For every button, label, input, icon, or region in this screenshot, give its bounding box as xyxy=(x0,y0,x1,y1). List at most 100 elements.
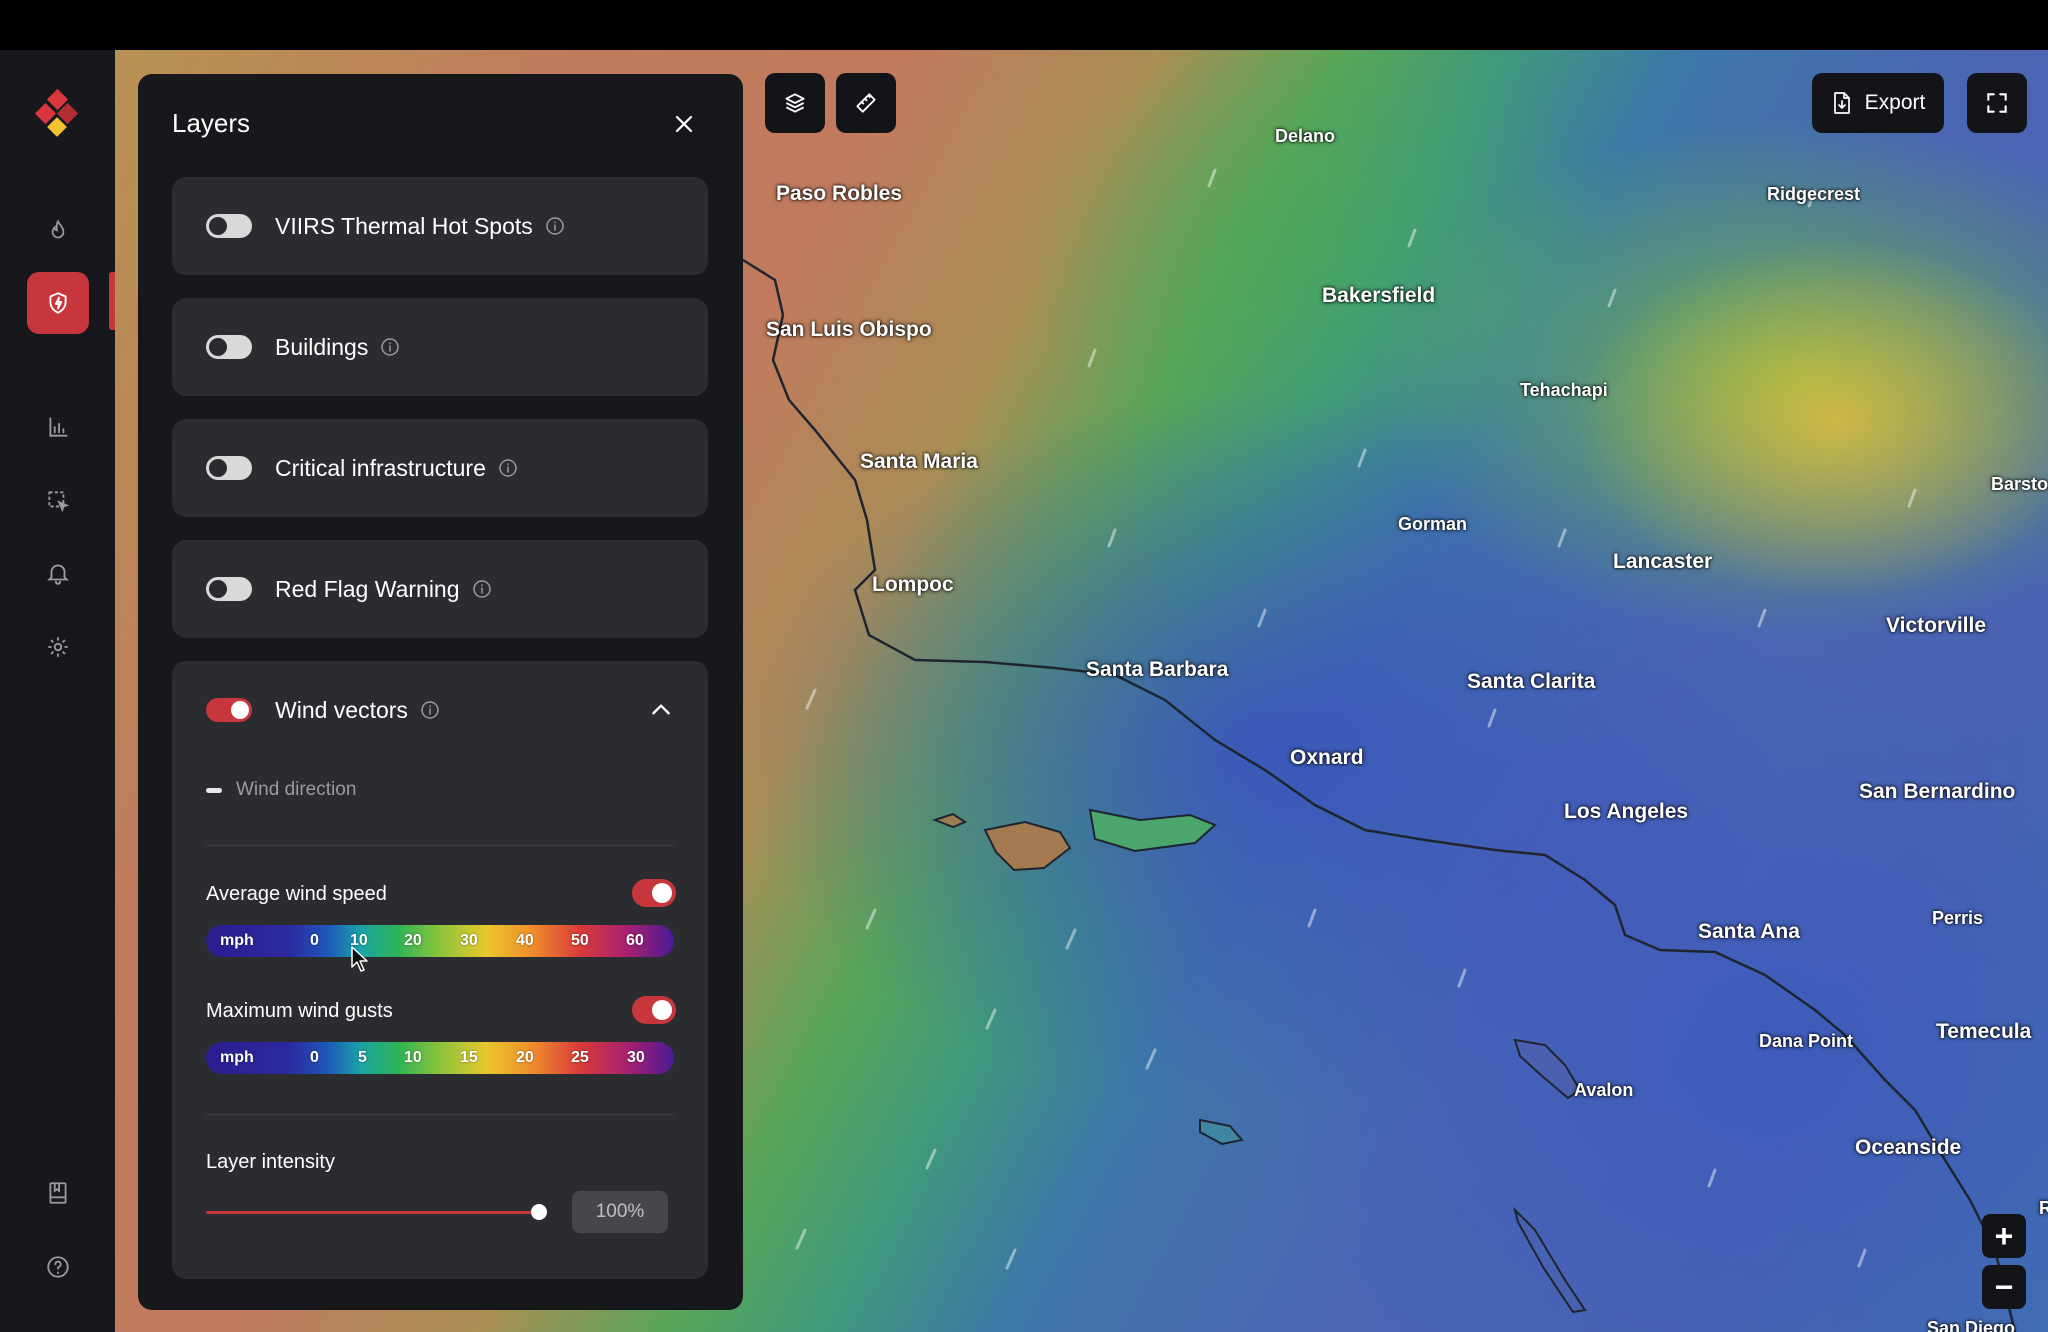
avg-wind-speed-toggle[interactable] xyxy=(632,879,676,907)
city-label: R xyxy=(2039,1198,2048,1218)
info-icon[interactable] xyxy=(472,579,492,599)
flame-icon xyxy=(51,219,65,239)
rail-alerts-button[interactable] xyxy=(27,542,89,604)
layer-label: VIIRS Thermal Hot Spots xyxy=(275,212,533,239)
avg-wind-speed-label: Average wind speed xyxy=(206,883,387,905)
intensity-slider-track[interactable] xyxy=(206,1211,536,1214)
avg-wind-speed-scale: mph 0 10 20 30 40 50 60 xyxy=(206,925,674,957)
layer-card-wind-vectors: Wind vectors Wind direction Average wind… xyxy=(172,661,708,1279)
city-label: Lancaster xyxy=(1613,550,1713,573)
scale-tick: 15 xyxy=(460,1049,478,1066)
city-label: Barsto xyxy=(1991,474,2048,494)
divider xyxy=(206,1114,674,1115)
intensity-slider-thumb[interactable] xyxy=(531,1204,547,1220)
max-wind-gusts-scale: mph 0 5 10 15 20 25 30 xyxy=(206,1042,674,1074)
layers-icon xyxy=(785,93,805,113)
book-icon xyxy=(49,1182,67,1204)
bar-chart-icon xyxy=(49,417,68,437)
fullscreen-icon xyxy=(1987,93,2007,113)
rail-fire-button[interactable] xyxy=(27,200,89,262)
divider xyxy=(206,845,674,846)
city-label: San Diego xyxy=(1927,1318,2016,1332)
city-label: Lompoc xyxy=(872,573,954,596)
zoom-in-button[interactable]: + xyxy=(1982,1214,2026,1258)
city-label: Santa Ana xyxy=(1698,920,1800,943)
rail-settings-button[interactable] xyxy=(27,616,89,678)
scale-tick: 20 xyxy=(404,932,422,949)
gear-icon xyxy=(48,637,68,657)
layer-toggle[interactable] xyxy=(206,335,252,359)
info-icon[interactable] xyxy=(380,337,400,357)
ruler-icon xyxy=(856,93,876,113)
layer-card-viirs: VIIRS Thermal Hot Spots xyxy=(172,177,708,275)
info-icon[interactable] xyxy=(545,216,565,236)
info-icon[interactable] xyxy=(498,458,518,478)
scale-tick: 40 xyxy=(516,932,534,949)
city-label: Tehachapi xyxy=(1520,380,1608,400)
close-panel-button[interactable] xyxy=(668,108,700,140)
city-label: Oxnard xyxy=(1290,746,1364,769)
info-icon[interactable] xyxy=(420,700,440,720)
help-icon xyxy=(47,1256,69,1278)
layer-toggle[interactable] xyxy=(206,577,252,601)
close-icon xyxy=(675,115,693,133)
scale-tick: 60 xyxy=(626,932,644,949)
intensity-value-input[interactable]: 100% xyxy=(572,1191,668,1233)
layer-card-red-flag-warning: Red Flag Warning xyxy=(172,540,708,638)
export-button[interactable]: Export xyxy=(1812,73,1944,133)
city-label: Temecula xyxy=(1936,1020,2032,1043)
city-label: San Luis Obispo xyxy=(766,318,932,341)
city-label: Avalon xyxy=(1574,1080,1634,1100)
layers-toggle-button[interactable] xyxy=(765,73,825,133)
wind-vectors-toggle[interactable] xyxy=(206,698,252,722)
layer-label: Red Flag Warning xyxy=(275,575,460,602)
file-download-icon xyxy=(1833,92,1850,114)
layer-toggle[interactable] xyxy=(206,214,252,238)
city-label: Santa Barbara xyxy=(1086,658,1229,681)
city-label: Delano xyxy=(1275,126,1336,146)
app-logo[interactable] xyxy=(30,88,86,144)
zoom-out-button[interactable]: − xyxy=(1982,1265,2026,1309)
scale-tick: 10 xyxy=(404,1049,422,1066)
layer-toggle[interactable] xyxy=(206,456,252,480)
city-label: Perris xyxy=(1932,908,1984,928)
scale-tick: 50 xyxy=(571,932,589,949)
scale-unit: mph xyxy=(220,932,254,949)
wind-direction-legend: Wind direction xyxy=(206,779,356,801)
rail-select-area-button[interactable] xyxy=(27,470,89,532)
layer-label: Buildings xyxy=(275,333,369,360)
top-bar xyxy=(0,0,2048,50)
city-label: Santa Clarita xyxy=(1467,670,1596,693)
layer-card-buildings: Buildings xyxy=(172,298,708,396)
rail-help-button[interactable] xyxy=(27,1236,89,1298)
export-label: Export xyxy=(1864,91,1926,114)
measure-button[interactable] xyxy=(836,73,896,133)
layer-card-critical-infrastructure: Critical infrastructure xyxy=(172,419,708,517)
city-label: Oceanside xyxy=(1855,1136,1962,1159)
chevron-up-icon[interactable] xyxy=(648,697,674,723)
city-label: Ridgecrest xyxy=(1767,184,1861,204)
scale-tick: 30 xyxy=(460,932,478,949)
city-label: Gorman xyxy=(1398,514,1468,534)
max-wind-gusts-toggle[interactable] xyxy=(632,996,676,1024)
city-label: Bakersfield xyxy=(1322,284,1436,307)
wind-direction-swatch xyxy=(206,787,222,793)
bell-icon xyxy=(47,564,69,585)
rail-risk-button[interactable] xyxy=(27,272,89,334)
layer-label: Critical infrastructure xyxy=(275,454,486,481)
fullscreen-button[interactable] xyxy=(1967,73,2027,133)
city-label: Victorville xyxy=(1886,614,1986,637)
city-label: San Bernardino xyxy=(1859,780,2016,803)
nav-rail xyxy=(0,50,115,1332)
city-label: Paso Robles xyxy=(776,182,903,205)
scale-tick: 20 xyxy=(516,1049,534,1066)
layer-intensity-label: Layer intensity xyxy=(206,1151,335,1173)
rail-analytics-button[interactable] xyxy=(27,396,89,458)
select-area-icon xyxy=(48,491,70,513)
rail-docs-button[interactable] xyxy=(27,1162,89,1224)
layer-label: Wind vectors xyxy=(275,696,408,723)
max-wind-gusts-label: Maximum wind gusts xyxy=(206,1000,393,1022)
mouse-cursor-icon xyxy=(351,946,368,972)
scale-tick: 30 xyxy=(627,1049,645,1066)
shield-bolt-icon xyxy=(49,292,67,314)
